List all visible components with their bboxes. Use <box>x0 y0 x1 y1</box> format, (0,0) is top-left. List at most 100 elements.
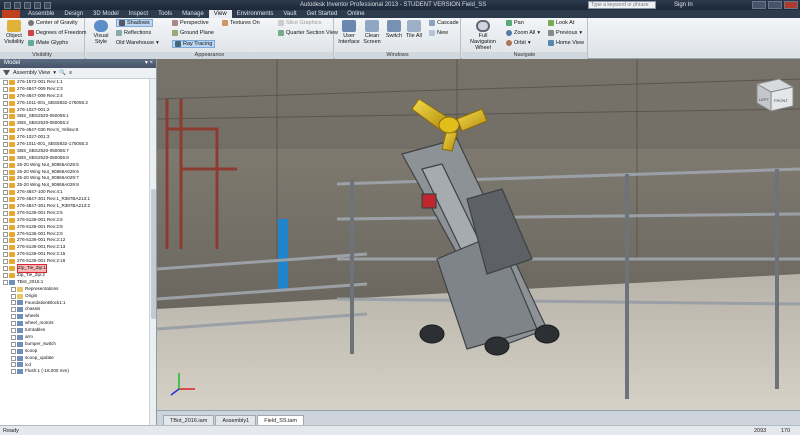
expand-toggle-icon[interactable] <box>11 334 16 340</box>
tree-item[interactable]: 276-4847-100 Rev:4:1 <box>0 189 149 196</box>
assembly-view-dropdown[interactable]: Assembly View <box>13 70 50 76</box>
expand-toggle-icon[interactable] <box>11 355 16 361</box>
tree-item[interactable]: 276-5136-001 Rev:2:5 <box>0 210 149 217</box>
tree-item[interactable]: 276-5136-001 Rev:2:13 <box>0 244 149 251</box>
redo-icon[interactable] <box>44 1 51 9</box>
tree-item[interactable]: SBS_SBS2520-050055:7 <box>0 148 149 155</box>
expand-toggle-icon[interactable] <box>3 231 8 237</box>
expand-toggle-icon[interactable] <box>11 362 16 368</box>
expand-toggle-icon[interactable] <box>3 279 8 285</box>
tree-item[interactable]: 276-5136-001 Rev:2:15 <box>0 251 149 258</box>
find-icon[interactable]: 🔍 <box>59 70 66 76</box>
open-file-icon[interactable] <box>14 1 21 9</box>
tree-item[interactable]: TBot_2016:1 <box>0 279 149 286</box>
tab-vault[interactable]: Vault <box>278 10 301 18</box>
center-of-gravity-button[interactable]: Center of Gravity <box>28 20 78 26</box>
close-button[interactable] <box>784 1 798 9</box>
doc-tab-field-ss[interactable]: Field_SS.iam <box>257 415 304 425</box>
chevron-down-icon[interactable]: ▾ <box>53 70 56 76</box>
tree-item[interactable]: Flush:1 (-16.000 mm) <box>0 368 149 375</box>
tile-all-button[interactable]: Tile All <box>405 20 423 39</box>
expand-toggle-icon[interactable] <box>11 348 16 354</box>
tree-item[interactable]: bumper_switch <box>0 341 149 348</box>
tree-item[interactable]: 25-20 Wing Nut_90866A029:5 <box>0 162 149 169</box>
tree-item[interactable]: 25-20 Wing Nut_90866A029:7 <box>0 175 149 182</box>
expand-toggle-icon[interactable] <box>3 121 8 127</box>
expand-toggle-icon[interactable] <box>3 79 8 85</box>
expand-toggle-icon[interactable] <box>11 328 16 333</box>
ground-plane-button[interactable]: Ground Plane <box>172 30 214 36</box>
expand-toggle-icon[interactable] <box>3 245 8 251</box>
viewcube-left-face[interactable]: LEFT <box>759 97 769 102</box>
previous-view-button[interactable]: Previous ▾ <box>548 30 582 36</box>
tree-item[interactable]: icd <box>0 362 149 369</box>
imate-glyphs-button[interactable]: iMate Glyphs <box>28 40 68 46</box>
tree-item[interactable]: 276-4847-009 Rev:2:3 <box>0 86 149 93</box>
filter-icon[interactable] <box>3 70 10 76</box>
expand-toggle-icon[interactable] <box>3 114 8 120</box>
search-input[interactable]: Type a keyword or phrase <box>588 1 656 9</box>
tree-item[interactable]: 276-1011-001_SBS5832-175055:3 <box>0 141 149 148</box>
expand-toggle-icon[interactable] <box>3 155 8 161</box>
tree-item[interactable]: 25-20 Wing Nut_90866A029:6 <box>0 169 149 176</box>
textures-on-button[interactable]: Textures On <box>222 20 260 26</box>
expand-toggle-icon[interactable] <box>3 93 8 99</box>
tree-item[interactable]: SBS_SBS2520-050055:1 <box>0 113 149 120</box>
expand-toggle-icon[interactable] <box>3 190 8 196</box>
browser-scrollbar[interactable] <box>149 79 156 425</box>
tree-item[interactable]: 276-1027-001:3 <box>0 134 149 141</box>
expand-toggle-icon[interactable] <box>11 307 16 313</box>
full-navigation-wheel-button[interactable]: Full Navigation Wheel <box>465 20 501 51</box>
tab-3d-model[interactable]: 3D Model <box>88 10 124 18</box>
tree-item[interactable]: scoop <box>0 348 149 355</box>
tree-item[interactable]: turntables <box>0 327 149 334</box>
tree-item[interactable]: 276-4847-030 Rev:5_Yellow:6 <box>0 127 149 134</box>
browser-menu-icon[interactable]: ≡ <box>69 70 72 76</box>
expand-toggle-icon[interactable] <box>3 203 8 209</box>
expand-toggle-icon[interactable] <box>3 197 8 203</box>
visual-style-button[interactable]: Visual Style <box>89 20 113 45</box>
tree-item[interactable]: 276-5136-001 Rev:2:8 <box>0 224 149 231</box>
expand-toggle-icon[interactable] <box>3 176 8 182</box>
shadows-button[interactable]: Shadows <box>116 19 153 27</box>
tree-item[interactable]: arm <box>0 334 149 341</box>
expand-toggle-icon[interactable] <box>3 252 8 258</box>
tree-item[interactable]: 276-5136-001 Rev:2:6 <box>0 217 149 224</box>
expand-toggle-icon[interactable] <box>3 224 8 230</box>
expand-toggle-icon[interactable] <box>3 265 8 271</box>
expand-toggle-icon[interactable] <box>11 341 16 347</box>
tree-item[interactable]: 276-1027-001:2 <box>0 107 149 114</box>
expand-toggle-icon[interactable] <box>3 135 8 141</box>
tree-item[interactable]: wheel_motors <box>0 320 149 327</box>
tree-item[interactable]: SBS_SBS2520-050055:8 <box>0 155 149 162</box>
undo-icon[interactable] <box>34 1 41 9</box>
application-menu-button[interactable] <box>2 10 20 18</box>
tree-item[interactable]: SBS_SBS2520-050055:2 <box>0 120 149 127</box>
new-window-button[interactable]: New <box>429 30 448 36</box>
tree-item[interactable]: scoop_update <box>0 355 149 362</box>
tree-item[interactable]: 276-4847-301 Rev:1_R387BA213:1 <box>0 196 149 203</box>
expand-toggle-icon[interactable] <box>3 272 8 278</box>
scrollbar-thumb[interactable] <box>151 189 156 319</box>
clean-screen-button[interactable]: Clean Screen <box>361 20 383 45</box>
look-at-button[interactable]: Look At <box>548 20 574 26</box>
tab-tools[interactable]: Tools <box>153 10 177 18</box>
object-visibility-button[interactable]: Object Visibility <box>3 20 25 45</box>
tree-item[interactable]: 276-5136-001 Rev:2:9 <box>0 231 149 238</box>
zoom-all-button[interactable]: Zoom All ▾ <box>506 30 540 36</box>
tree-item[interactable]: Representations <box>0 286 149 293</box>
graphics-viewport[interactable]: LEFT FRONT <box>157 59 800 410</box>
ray-tracing-button[interactable]: Ray Tracing <box>172 40 216 48</box>
tree-item[interactable]: 276-4847-009 Rev:2:4 <box>0 93 149 100</box>
switch-window-button[interactable]: Switch <box>385 20 403 39</box>
save-icon[interactable] <box>24 1 31 9</box>
tab-view[interactable]: View <box>208 10 232 18</box>
expand-toggle-icon[interactable] <box>3 141 8 147</box>
expand-toggle-icon[interactable] <box>3 162 8 168</box>
expand-toggle-icon[interactable] <box>3 169 8 175</box>
tab-inspect[interactable]: Inspect <box>124 10 153 18</box>
tree-item[interactable]: Zip_Tie_Zip:1 <box>0 264 149 273</box>
tree-item[interactable]: Origin <box>0 293 149 300</box>
tab-environments[interactable]: Environments <box>232 10 279 18</box>
browser-close-icon[interactable]: ▾ × <box>145 59 153 68</box>
